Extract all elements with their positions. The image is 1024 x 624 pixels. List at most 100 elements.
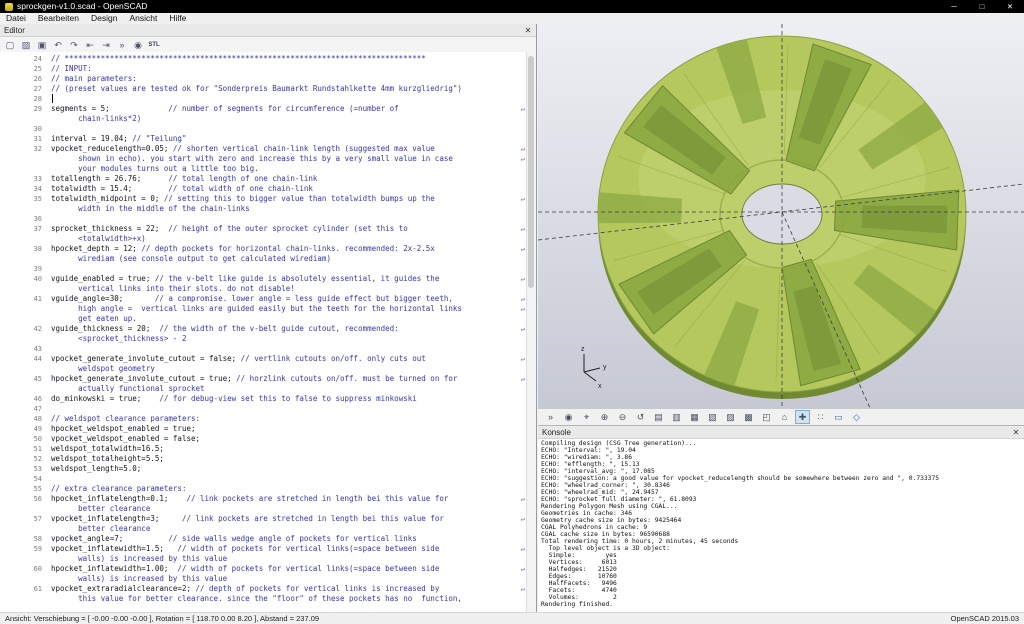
code-row: high angle = vertical links are guided e… (51, 304, 525, 313)
view-right-button[interactable]: ▤ (651, 410, 666, 424)
code-row: 42 vguide_thickness = 20; // the width of… (0, 324, 527, 334)
line-number: 32 (33, 145, 42, 153)
unindent-button[interactable]: ⇤ (83, 39, 97, 52)
line-number: 37 (33, 225, 42, 233)
line-number: 48 (33, 415, 42, 423)
line-number: 35 (33, 195, 42, 203)
view-render-button[interactable]: ◉ (561, 410, 576, 424)
indent-button[interactable]: ⇥ (99, 39, 113, 52)
show-scale-markers-button[interactable]: ∷ (813, 410, 828, 424)
line-number: 41 (33, 295, 42, 303)
console-line: ECHO: "suggestion: a good value for vpoc… (541, 475, 940, 482)
console-line: Compiling design (CSG Tree generation)..… (541, 440, 697, 447)
code-row: walls) is increased by this value (51, 574, 228, 583)
line-number: 28 (33, 95, 42, 103)
line-number: 26 (33, 75, 42, 83)
line-number: 50 (33, 435, 42, 443)
zoom-out-button[interactable]: ⊖ (615, 410, 630, 424)
console-line: ECHO: "wheelrad_mid: ", 24.9457 (541, 489, 659, 496)
save-file-button[interactable]: ▣ (35, 39, 49, 52)
window-title: sprockgen-v1.0.scad - OpenSCAD (17, 1, 148, 11)
preview-button[interactable]: » (115, 39, 129, 52)
code-row: 26// main parameters: (0, 74, 527, 84)
zoom-all-button[interactable]: ⌖ (579, 410, 594, 424)
code-row: 28 (0, 94, 527, 104)
redo-button[interactable]: ↷ (67, 39, 81, 52)
new-file-button[interactable]: ▢ (3, 39, 17, 52)
line-number: 49 (33, 425, 42, 433)
code-row: 25// INPUT: (0, 64, 527, 74)
perspective-view-button[interactable]: ◇ (849, 410, 864, 424)
console-line: Geometry cache size in bytes: 9425464 (541, 517, 682, 524)
code-row: 45 hpocket_generate_involute_cutout = tru… (0, 374, 527, 384)
undo-button[interactable]: ↶ (51, 39, 65, 52)
zoom-in-button[interactable]: ⊕ (597, 410, 612, 424)
export-stl-button[interactable]: STL (147, 39, 161, 52)
open-file-button[interactable]: ▨ (19, 39, 33, 52)
line-number: 33 (33, 175, 42, 183)
view-diagonal-button[interactable]: ◰ (759, 410, 774, 424)
console-line: Edges: 10760 (541, 573, 617, 580)
console-line: Facets: 4740 (541, 587, 617, 594)
editor-scrollbar[interactable] (526, 52, 536, 612)
menu-bearbeiten[interactable]: Bearbeiten (32, 13, 85, 24)
editor-scrollbar-thumb[interactable] (528, 56, 534, 288)
line-number: 36 (33, 215, 42, 223)
show-axes-button[interactable]: ✚ (795, 410, 810, 424)
viewport-toolbar: » ◉ ⌖ ⊕ ⊖ ↺ ▤ ▥ ▦ ▧ ▨ ▩ ◰ ⌂ ✚ ∷ ▭ ◇ (538, 408, 1024, 425)
menu-ansicht[interactable]: Ansicht (123, 13, 163, 24)
line-wrap-icon: ↵ (520, 545, 525, 553)
console-line: Rendering finished. (541, 601, 614, 608)
line-wrap-icon: ↵ (520, 305, 525, 313)
code-row: 32 vpocket_reducelength=0.05; // shorten … (0, 144, 527, 154)
line-number: 46 (33, 395, 42, 403)
line-number: 30 (33, 125, 42, 133)
menu-datei[interactable]: Datei (0, 13, 32, 24)
maximize-button[interactable]: □ (968, 0, 996, 13)
console-line: Top level object is a 3D object: (541, 545, 670, 552)
console-close-icon[interactable]: ✕ (1008, 428, 1024, 437)
line-number: 59 (33, 545, 42, 553)
line-number: 51 (33, 445, 42, 453)
code-row: 31 interval = 19.04; // "Teilung" (0, 134, 527, 144)
view-bottom-button[interactable]: ▦ (687, 410, 702, 424)
editor-code-area[interactable]: 24// ***********************************… (0, 52, 527, 612)
view-reset-button[interactable]: ↺ (633, 410, 648, 424)
view-back-button[interactable]: ▩ (741, 410, 756, 424)
render-button[interactable]: ◉ (131, 39, 145, 52)
code-row: shown in echo). you start with zero and … (51, 154, 525, 163)
viewport-3d[interactable]: z x y (538, 24, 1024, 408)
line-number: 34 (33, 185, 42, 193)
window-controls: ─ □ ✕ (940, 0, 1024, 13)
view-front-button[interactable]: ▨ (723, 410, 738, 424)
view-center-button[interactable]: ⌂ (777, 410, 792, 424)
minimize-button[interactable]: ─ (940, 0, 968, 13)
code-row: 43 (0, 344, 527, 354)
line-number: 27 (33, 85, 42, 93)
code-row: 27// (preset values are tested ok for "S… (0, 84, 527, 94)
console-line: ECHO: "efflength: ", 15.13 (541, 461, 640, 468)
console-line: Geometries in cache: 346 (541, 510, 632, 517)
code-row: 60 hpocket_inflatewidth=1.00; // width of… (0, 564, 527, 574)
code-row: width in the middle of the chain-links (51, 204, 250, 213)
code-row: 34 totalwidth = 15.4; // total width of o… (0, 184, 527, 194)
code-row: better clearance (51, 504, 151, 513)
orthogonal-view-button[interactable]: ▭ (831, 410, 846, 424)
code-row: 41 vguide_angle=30; // a compromise. lowe… (0, 294, 527, 304)
console-output[interactable]: Compiling design (CSG Tree generation)..… (538, 438, 1024, 612)
menu-design[interactable]: Design (85, 13, 123, 24)
line-wrap-icon: ↵ (520, 355, 525, 363)
view-preview-button[interactable]: » (543, 410, 558, 424)
close-button[interactable]: ✕ (996, 0, 1024, 13)
code-row: 30 (0, 124, 527, 134)
indicator-x-label: x (598, 383, 602, 390)
console-line: ECHO: "wirediam: ", 3.86 (541, 454, 632, 461)
console-line: Vertices: 6013 (541, 559, 617, 566)
view-top-button[interactable]: ▥ (669, 410, 684, 424)
menu-hilfe[interactable]: Hilfe (163, 13, 192, 24)
editor-close-icon[interactable]: ✕ (520, 26, 536, 35)
indicator-x-axis (583, 371, 597, 382)
console-line: Total rendering time: 0 hours, 2 minutes… (541, 538, 739, 545)
code-row: walls) is increased by this value (51, 554, 228, 563)
view-left-button[interactable]: ▧ (705, 410, 720, 424)
